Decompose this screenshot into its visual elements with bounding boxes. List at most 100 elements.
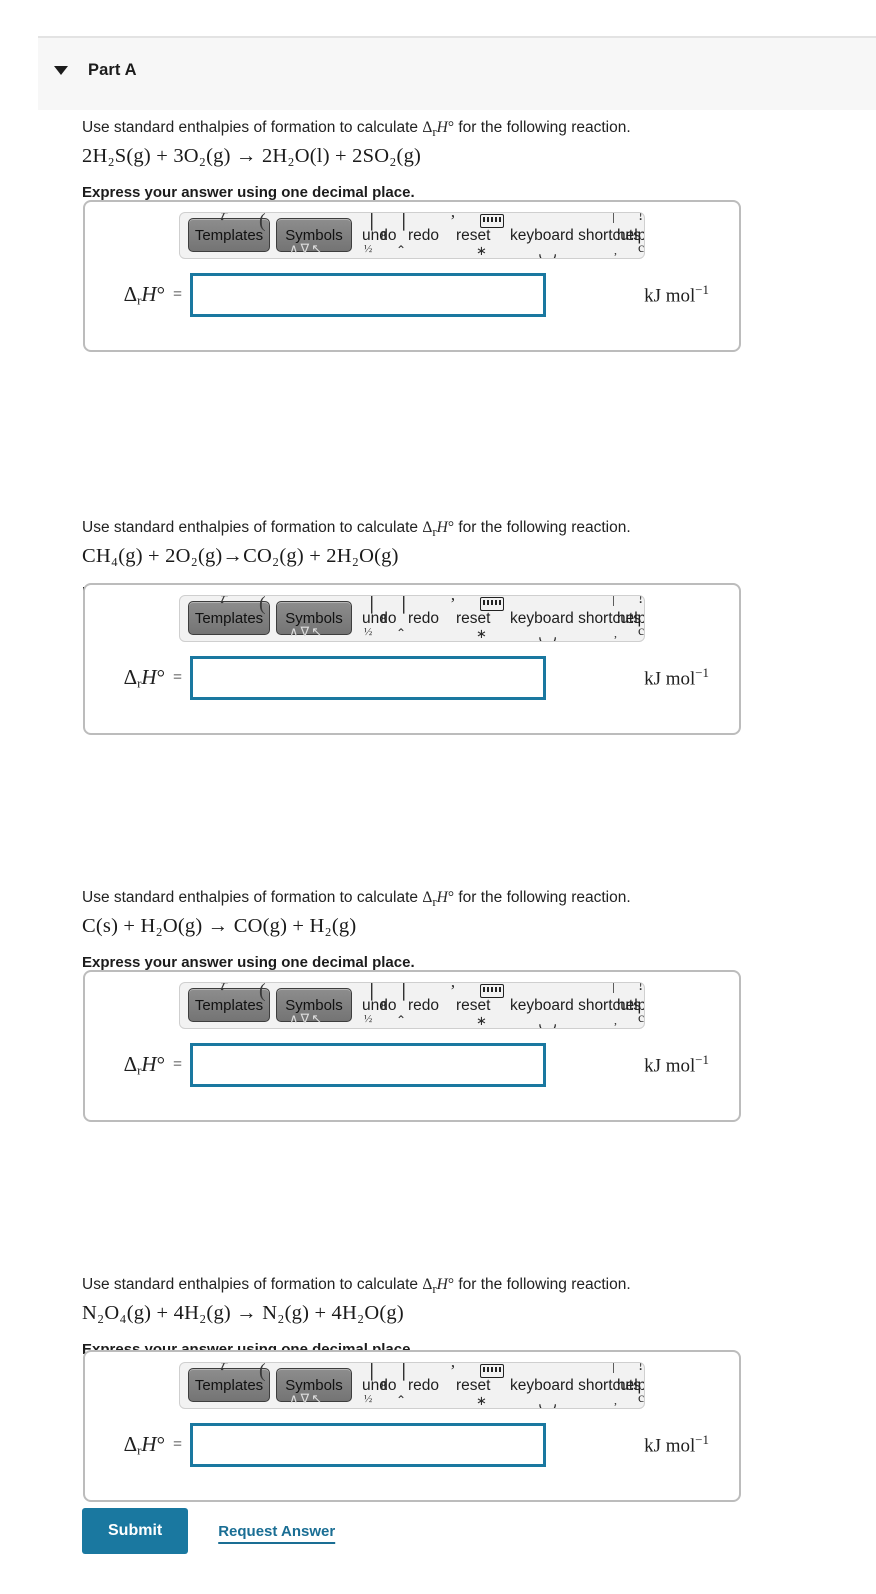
prompt-suffix-1: for the following reaction. [454, 119, 631, 136]
prompt-suffix-4: for the following reaction. [454, 1276, 631, 1293]
reaction-equation-1: 2H₂S(g) + 3O₂(g) → 2H₂O(l) + 2SO₂(g) [82, 144, 422, 167]
part-header: Part A [38, 36, 876, 110]
templates-button-label-2: Templates [194, 609, 264, 627]
express-note-3: Express your answer using one decimal pl… [82, 953, 415, 971]
undo-button-4[interactable]: undo [362, 1377, 396, 1395]
answer-panel-2: 𝜏 ( Templates Symbols ∧∇↖ ⌠ ⌠ ’ ½ ⌃ ∗ ◡ … [83, 583, 741, 735]
answer-input-1[interactable] [190, 273, 547, 317]
reset-button-3[interactable]: reset [456, 997, 490, 1015]
answer-units-text-1: kJ mol [644, 285, 696, 307]
templates-button-1[interactable]: 𝜏 ( Templates [188, 213, 270, 252]
exclaim-glyph-icon-3: ! [638, 982, 644, 994]
undo-button-2[interactable]: undo [362, 610, 396, 628]
answer-panel-4: 𝜏 ( Templates Symbols ∧∇↖ ⌠ ⌠ ’ ½ ⌃ ∗ ◡ … [83, 1350, 741, 1502]
reaction-equation-4: N₂O₄(g) + 4H₂(g) → N₂(g) + 4H₂O(g) [82, 1301, 404, 1324]
tau-glyph-icon-3: 𝜏 [219, 982, 227, 994]
prompt-suffix-3: for the following reaction. [454, 889, 631, 906]
math-toolbar-3[interactable]: 𝜏 ( Templates Symbols ∧∇↖ ⌠ ⌠ ’ ½ ⌃ ∗ ◡ … [179, 982, 645, 1029]
reaction-equation-2: CH₄(g) + 2O₂(g)→CO₂(g) + 2H₂O(g) [82, 544, 399, 567]
prompt-delta-3: Δ [422, 889, 433, 906]
reset-button-4[interactable]: reset [456, 1377, 490, 1395]
math-toolbar-1[interactable]: 𝜏 ( Templates Symbols ∧∇↖ ⌠ ⌠ ’ ½ ⌃ ∗ ◡ … [179, 212, 645, 259]
answer-units-exp-2: −1 [695, 665, 709, 681]
prompt-h-3: H [436, 889, 448, 906]
bar-glyph-icon-3: | [612, 982, 616, 994]
help-button-1[interactable]: help [617, 227, 644, 245]
question-block-3: Use standard enthalpies of formation to … [82, 888, 782, 971]
symbols-button-label-4: Symbols [285, 1376, 343, 1394]
answer-input-2[interactable] [190, 656, 547, 700]
reset-button-1[interactable]: reset [456, 227, 490, 245]
exclaim-glyph-icon-2: ! [638, 595, 644, 607]
redo-button-3[interactable]: redo [408, 997, 439, 1015]
undo-button-3[interactable]: undo [362, 997, 396, 1015]
answer-deg-3: ° [156, 1051, 165, 1076]
prompt-prefix-3: Use standard enthalpies of formation to … [82, 889, 423, 906]
symbols-button-label-1: Symbols [285, 226, 343, 244]
question-prompt-4: Use standard enthalpies of formation to … [82, 1275, 782, 1298]
caret-down-icon[interactable] [54, 65, 68, 75]
bar-glyph-icon-2: | [612, 595, 616, 607]
answer-units-exp-4: −1 [695, 1432, 709, 1448]
symbols-button-label-3: Symbols [285, 996, 343, 1014]
prompt-delta-4: Δ [422, 1276, 433, 1293]
page-title: Part A [88, 60, 137, 79]
reset-stroke-icon-4: ’ [450, 1362, 456, 1380]
submit-button[interactable]: Submit [82, 1508, 189, 1554]
math-toolbar-2[interactable]: 𝜏 ( Templates Symbols ∧∇↖ ⌠ ⌠ ’ ½ ⌃ ∗ ◡ … [179, 595, 645, 642]
answer-units-4: kJ mol−1 [644, 1432, 739, 1457]
redo-button-1[interactable]: redo [408, 227, 439, 245]
redo-button-4[interactable]: redo [408, 1377, 439, 1395]
prompt-h-1: H [436, 119, 448, 136]
answer-units-exp-1: −1 [695, 282, 709, 298]
templates-button-4[interactable]: 𝜏 ( Templates [188, 1363, 270, 1402]
templates-button-label-4: Templates [194, 1376, 264, 1394]
tau-glyph-icon-2: 𝜏 [219, 595, 227, 607]
bar-glyph-icon-4: | [612, 1362, 616, 1374]
star-glyph-icon-3: ∗ [476, 1013, 487, 1028]
exclaim-glyph-icon-1: ! [638, 212, 644, 224]
answer-panel-1: 𝜏 ( Templates Symbols ∧∇↖ ⌠ ⌠ ’ ½ ⌃ ∗ ◡ … [83, 200, 741, 352]
answer-deg-1: ° [156, 281, 165, 306]
symbols-button-3[interactable]: Symbols ∧∇↖ [276, 988, 352, 1026]
reset-stroke-icon-3: ’ [450, 982, 456, 1000]
symbols-button-2[interactable]: Symbols ∧∇↖ [276, 601, 352, 639]
templates-button-3[interactable]: 𝜏 ( Templates [188, 983, 270, 1022]
answer-label-3: ΔrH° [85, 1052, 173, 1078]
express-note-1: Express your answer using one decimal pl… [82, 183, 415, 201]
redo-button-2[interactable]: redo [408, 610, 439, 628]
symbols-button-1[interactable]: Symbols ∧∇↖ [276, 218, 352, 256]
answer-units-2: kJ mol−1 [644, 665, 739, 690]
math-toolbar-4[interactable]: 𝜏 ( Templates Symbols ∧∇↖ ⌠ ⌠ ’ ½ ⌃ ∗ ◡ … [179, 1362, 645, 1409]
answer-units-3: kJ mol−1 [644, 1052, 739, 1077]
help-button-2[interactable]: help [617, 610, 644, 628]
answer-delta-2: Δ [123, 664, 138, 689]
reset-button-2[interactable]: reset [456, 610, 490, 628]
answer-input-3[interactable] [190, 1043, 547, 1087]
caret-glyph-icon-3: ⌃ [396, 1013, 407, 1027]
symbols-button-4[interactable]: Symbols ∧∇↖ [276, 1368, 352, 1406]
help-button-3[interactable]: help [617, 997, 644, 1015]
star-glyph-icon-4: ∗ [476, 1393, 487, 1408]
help-button-4[interactable]: help [617, 1377, 644, 1395]
caret-glyph-icon-1: ⌃ [396, 243, 407, 257]
star-glyph-icon-2: ∗ [476, 626, 487, 641]
equals-sign-4: = [173, 1436, 183, 1453]
reset-stroke-icon-1: ’ [450, 212, 456, 230]
answer-units-text-3: kJ mol [644, 1055, 696, 1077]
comma-glyph-icon-4: , [614, 1393, 617, 1407]
equals-sign-3: = [173, 1056, 183, 1073]
undo-button-1[interactable]: undo [362, 227, 396, 245]
request-answer-link[interactable]: Request Answer [218, 1523, 335, 1540]
prompt-prefix-1: Use standard enthalpies of formation to … [82, 119, 423, 136]
answer-units-text-4: kJ mol [644, 1435, 696, 1457]
answer-h-2: H [141, 664, 157, 689]
answer-label-2: ΔrH° [85, 665, 173, 691]
answer-units-1: kJ mol−1 [644, 282, 739, 307]
caret-glyph-icon-2: ⌃ [396, 626, 407, 640]
templates-button-2[interactable]: 𝜏 ( Templates [188, 596, 270, 635]
answer-delta-1: Δ [123, 281, 138, 306]
answer-input-4[interactable] [190, 1423, 547, 1467]
comma-glyph-icon-3: , [614, 1013, 617, 1027]
prompt-suffix-2: for the following reaction. [454, 519, 631, 536]
